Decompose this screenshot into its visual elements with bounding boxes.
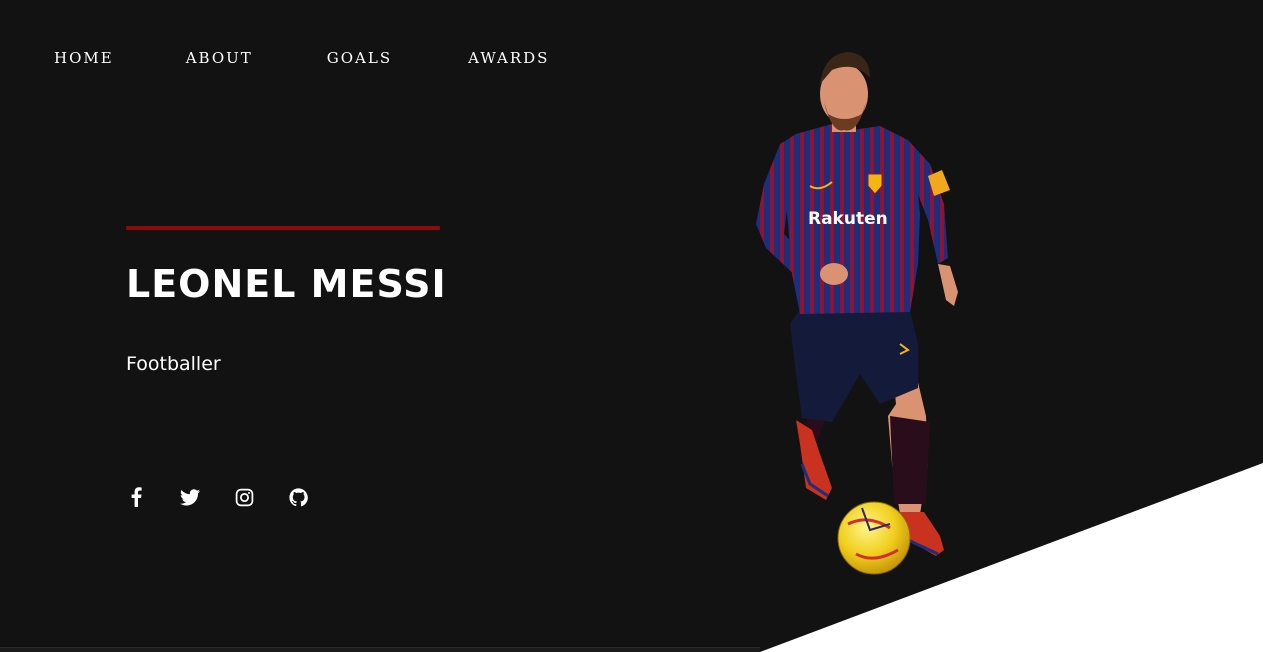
- hero-name: LEONEL MESSI: [126, 262, 447, 306]
- github-icon[interactable]: [288, 487, 308, 507]
- nav-home-link[interactable]: HOME: [54, 48, 114, 68]
- twitter-icon[interactable]: [180, 487, 200, 507]
- hero-subtitle: Footballer: [126, 352, 221, 375]
- shirt-sponsor: Rakuten: [808, 209, 888, 229]
- hero-section: LEONEL MESSI Footballer: [126, 226, 456, 376]
- player-image: Rakuten: [756, 52, 958, 575]
- main-nav: HOME ABOUT GOALS AWARDS: [54, 48, 549, 68]
- nav-goals-link[interactable]: GOALS: [327, 48, 392, 68]
- accent-divider: [126, 226, 440, 230]
- instagram-icon[interactable]: [234, 487, 254, 507]
- landing-page: HOME ABOUT GOALS AWARDS LEONEL MESSI Foo…: [0, 0, 1263, 652]
- nav-about-link[interactable]: ABOUT: [186, 48, 253, 68]
- bottom-edge: [0, 647, 760, 652]
- social-links: [126, 487, 308, 507]
- nav-awards-link[interactable]: AWARDS: [468, 48, 549, 68]
- facebook-icon[interactable]: [126, 487, 146, 507]
